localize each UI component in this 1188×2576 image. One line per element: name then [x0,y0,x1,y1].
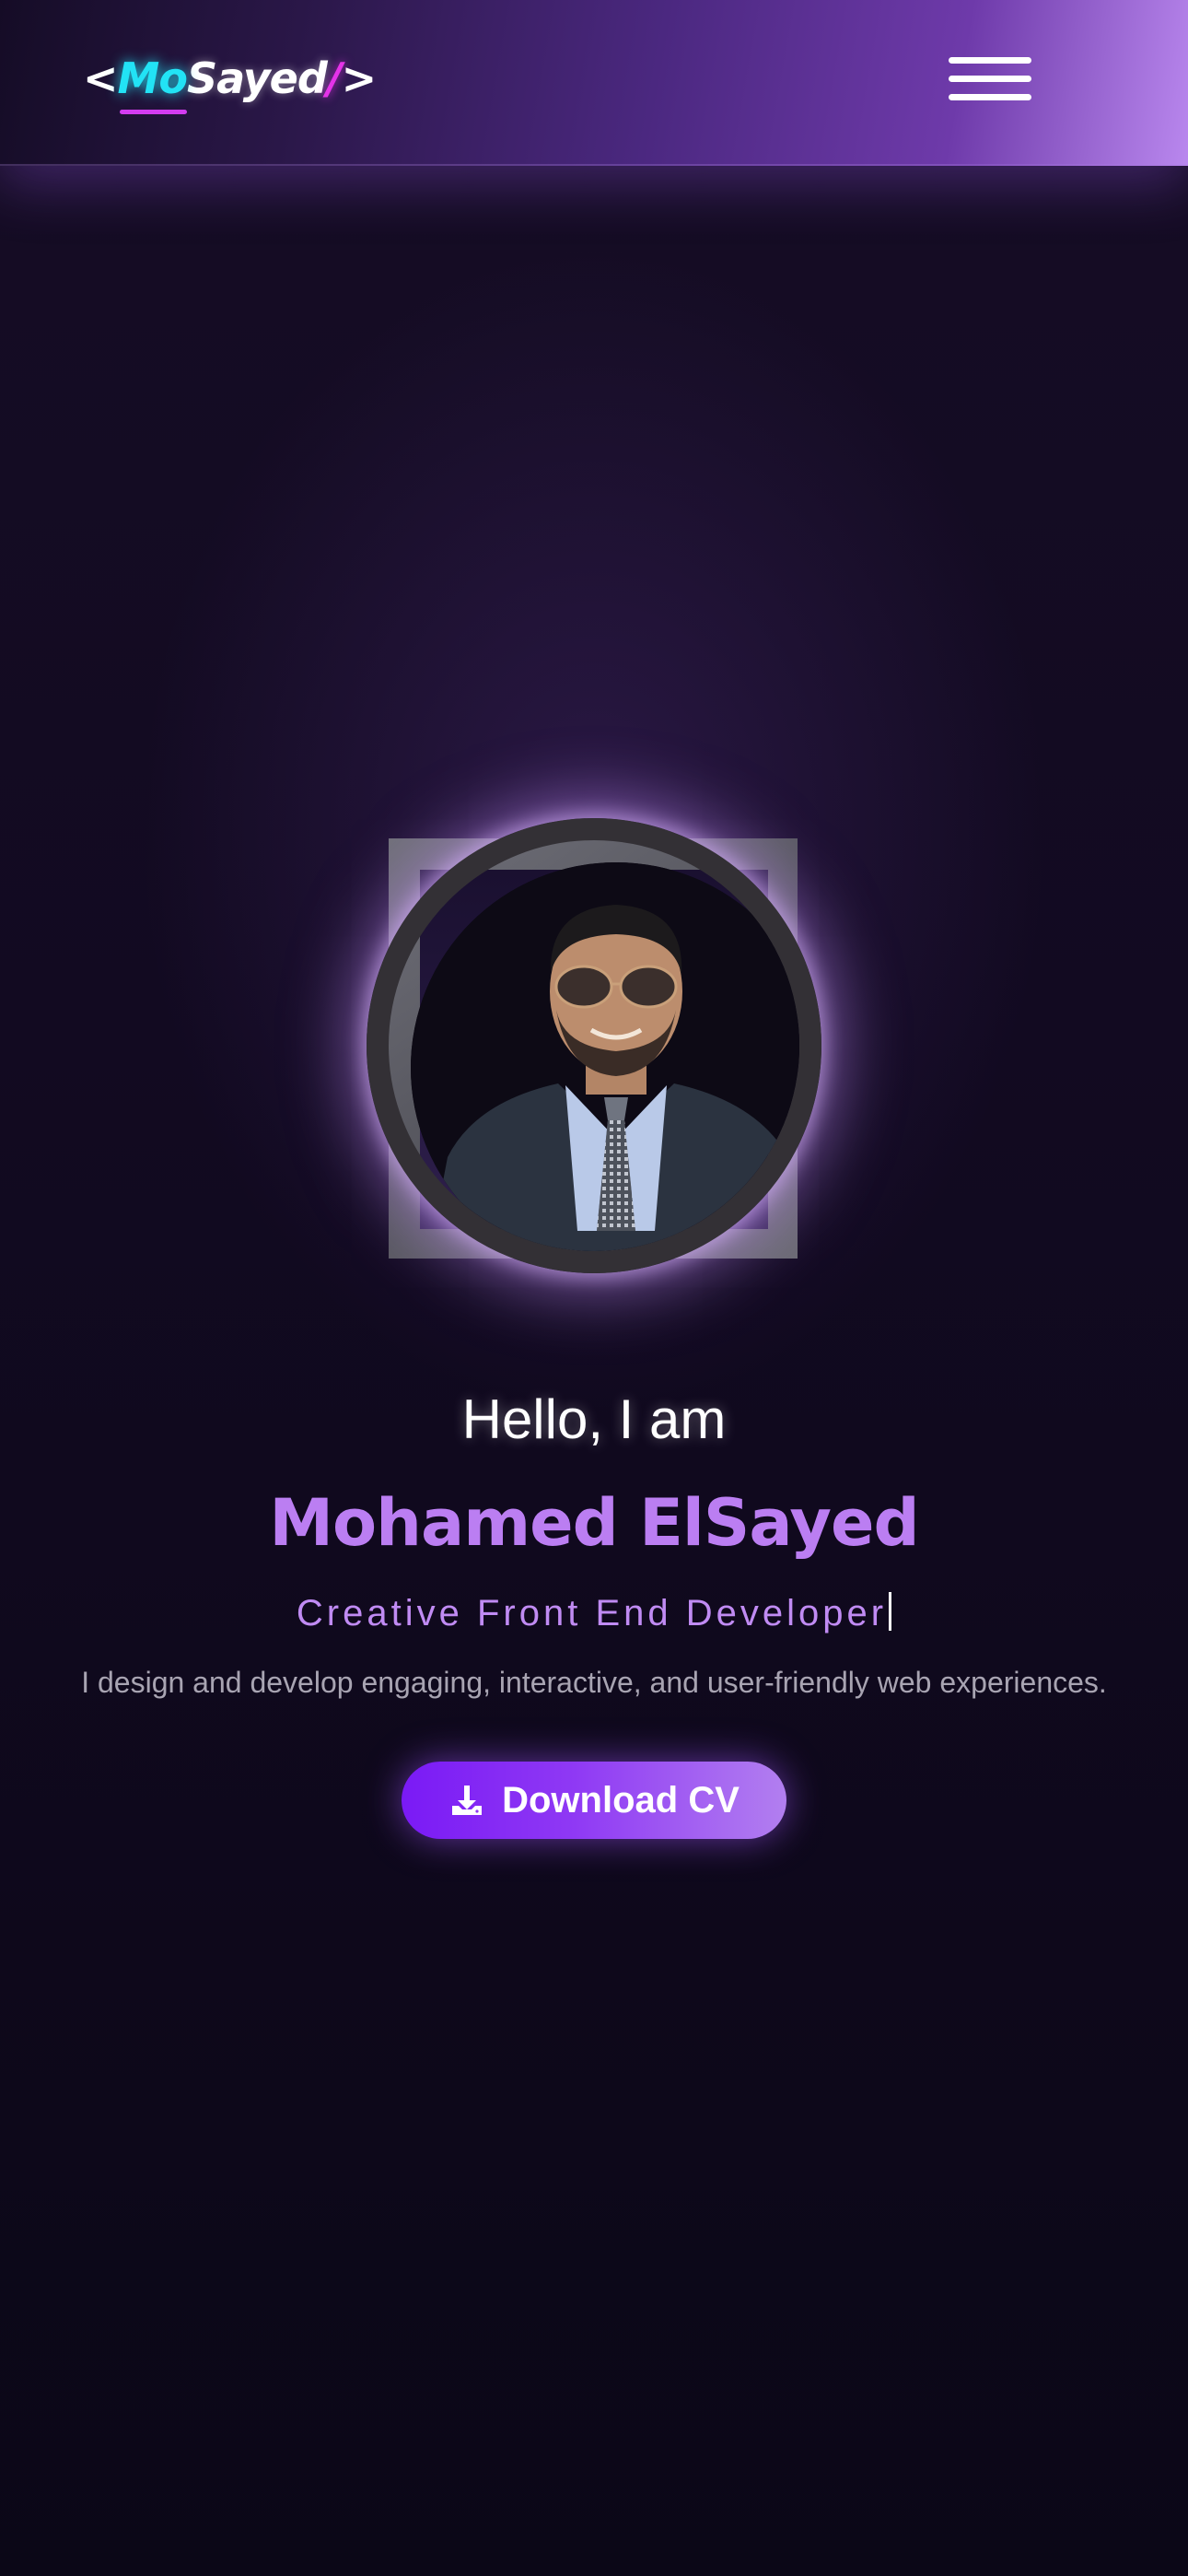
hero-name: Mohamed ElSayed [269,1485,919,1561]
page: <MoSayed/> Hello, I am Mohamed ElSayed C… [0,0,1188,2576]
hamburger-menu-icon[interactable] [947,53,1035,109]
menu-bar-bottom [949,94,1031,100]
site-logo[interactable]: <MoSayed/> [83,53,378,103]
logo-sayed: Sayed [186,53,328,103]
hero-role-text: Creative Front End Developer [296,1593,888,1633]
logo-close-bracket: > [341,53,378,103]
hero-greeting: Hello, I am [461,1388,727,1450]
avatar-circle-ring [367,818,821,1273]
hero-role: Creative Front End Developer [0,1592,1188,1634]
logo-slash: / [326,53,343,103]
profile-avatar [367,818,821,1273]
person-portrait [411,862,799,1251]
menu-bar-middle [949,76,1031,82]
typing-caret [889,1592,892,1631]
profile-photo [411,862,799,1251]
download-cv-button[interactable]: Download CV [402,1762,786,1839]
top-navbar: <MoSayed/> [0,0,1188,166]
logo-mo: Mo [117,53,188,103]
download-icon [448,1782,485,1819]
menu-bar-top [949,57,1031,64]
logo-open-bracket: < [83,53,119,103]
hero-description: I design and develop engaging, interacti… [81,1666,1107,1699]
download-cv-label: Download CV [502,1779,740,1821]
